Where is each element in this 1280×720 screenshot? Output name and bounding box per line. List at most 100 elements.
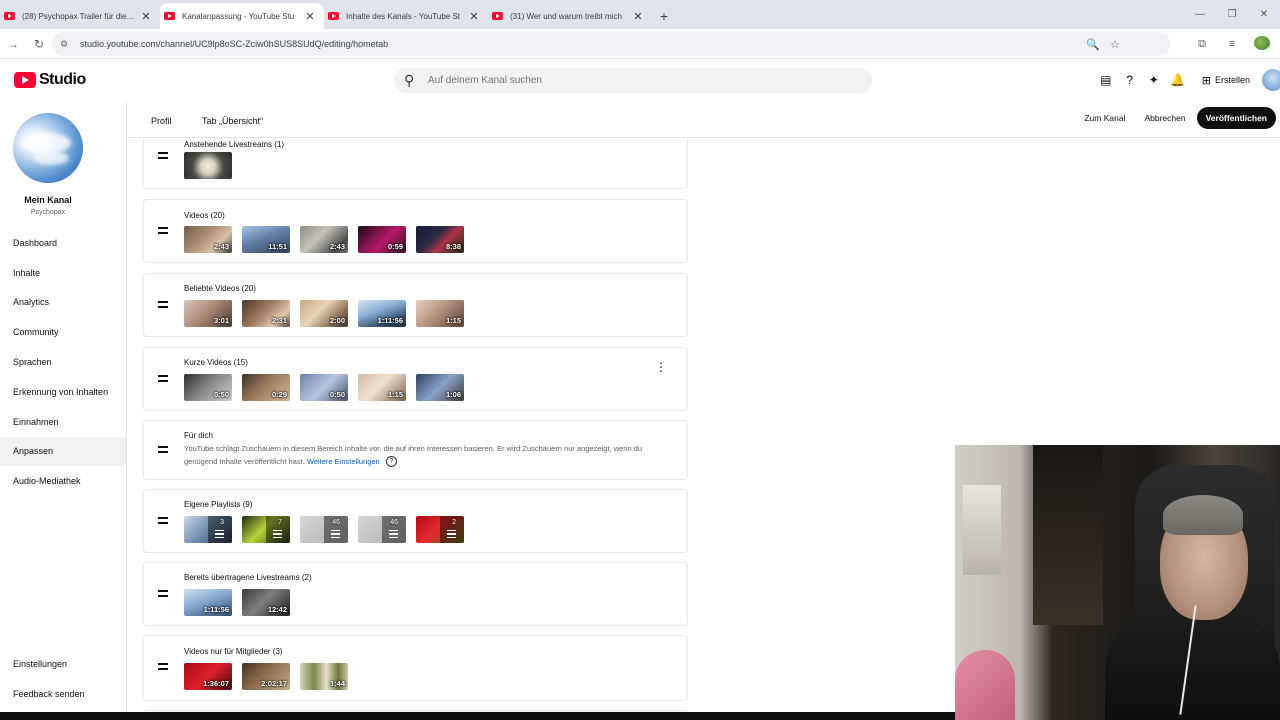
- zoom-icon[interactable]: 🔍: [1086, 38, 1100, 51]
- drag-handle-icon[interactable]: [158, 663, 169, 670]
- url-field[interactable]: ⚙ studio.youtube.com/channel/UC9lp8oSC-Z…: [52, 32, 1170, 56]
- cancel-button[interactable]: Abbrechen: [1136, 107, 1193, 129]
- browser-tab[interactable]: Inhalte des Kanals - YouTube St ✕: [324, 3, 488, 29]
- minimize-icon[interactable]: —: [1184, 0, 1216, 29]
- window-close-icon[interactable]: ✕: [1248, 0, 1280, 29]
- account-avatar[interactable]: [1262, 69, 1280, 91]
- video-thumbnail[interactable]: 11:51: [242, 226, 290, 253]
- sidebar-item-send-feedback[interactable]: Feedback senden: [0, 679, 126, 709]
- sidebar-item-content[interactable]: Inhalte: [0, 258, 126, 288]
- tab-close-icon[interactable]: ✕: [468, 10, 480, 23]
- help-circle-icon[interactable]: ?: [385, 456, 397, 468]
- extensions-icon[interactable]: ⧉: [1194, 38, 1210, 51]
- channel-avatar[interactable]: [13, 113, 83, 183]
- drag-handle-icon[interactable]: [158, 590, 169, 597]
- more-options-icon[interactable]: ⋮: [655, 360, 667, 374]
- profile-avatar[interactable]: [1254, 35, 1270, 53]
- video-thumbnail[interactable]: 2:02:17: [242, 663, 290, 690]
- studio-logo[interactable]: Studio: [14, 71, 86, 89]
- video-thumbnail[interactable]: 12:42: [242, 589, 290, 616]
- video-thumbnail[interactable]: 2:00: [300, 300, 348, 327]
- section-card[interactable]: Für dich YouTube schlägt Zuschauern in d…: [143, 420, 688, 480]
- duration-badge: 1:11:56: [203, 605, 229, 614]
- new-tab-icon[interactable]: +: [652, 3, 676, 29]
- playlist-thumbnail[interactable]: 3: [184, 516, 232, 543]
- feedback-icon[interactable]: ▤: [1094, 73, 1118, 87]
- sidebar-item-audio-library[interactable]: Audio-Mediathek: [0, 466, 126, 496]
- sidebar-item-content-detection[interactable]: Erkennung von Inhalten: [0, 377, 126, 407]
- tab-close-icon[interactable]: ✕: [632, 10, 644, 23]
- media-control-icon[interactable]: ≡: [1224, 38, 1240, 50]
- notifications-bell-icon[interactable]: 🔔: [1166, 73, 1190, 87]
- tab-close-icon[interactable]: ✕: [140, 10, 152, 23]
- sidebar-item-analytics[interactable]: Analytics: [0, 288, 126, 318]
- video-thumbnail[interactable]: 0:50: [184, 374, 232, 401]
- publish-button[interactable]: Veröffentlichen: [1196, 107, 1276, 129]
- section-card[interactable]: Bereits übertragene Livestreams (2) 1:11…: [143, 562, 688, 626]
- drag-handle-icon[interactable]: [158, 227, 169, 234]
- sidebar-item-earnings[interactable]: Einnahmen: [0, 407, 126, 437]
- sidebar-item-dashboard[interactable]: Dashboard: [0, 228, 126, 258]
- video-thumbnail[interactable]: 1:15: [358, 374, 406, 401]
- description-text: YouTube schlägt Zuschauern in diesem Ber…: [184, 444, 643, 466]
- restore-icon[interactable]: ❐: [1216, 0, 1248, 29]
- youtube-favicon-icon: [492, 12, 503, 20]
- sidebar-item-settings[interactable]: Einstellungen: [0, 649, 126, 679]
- sidebar: Mein Kanal Psychopax Dashboard Inhalte A…: [0, 101, 127, 720]
- video-thumbnail[interactable]: 1:11:56: [358, 300, 406, 327]
- playlist-thumbnail[interactable]: 46: [300, 516, 348, 543]
- drag-handle-icon[interactable]: [158, 301, 169, 308]
- browser-tab[interactable]: (28) Psychopax Trailer für die Ur ✕: [0, 3, 160, 29]
- duration-badge: 11:51: [268, 242, 287, 251]
- video-thumbnail[interactable]: 2:31: [242, 300, 290, 327]
- search-icon[interactable]: ⚲: [404, 72, 418, 89]
- video-thumbnail[interactable]: 1:36:07: [184, 663, 232, 690]
- playlist-thumbnail[interactable]: 2: [416, 516, 464, 543]
- video-thumbnail[interactable]: 3:01: [184, 300, 232, 327]
- thumbnail-row: 3:01 2:31 2:00 1:11:56 1:15: [184, 300, 464, 327]
- search-input[interactable]: [428, 75, 828, 86]
- tab-profile[interactable]: Profil: [151, 116, 172, 126]
- sidebar-item-languages[interactable]: Sprachen: [0, 347, 126, 377]
- video-thumbnail[interactable]: 2:43: [300, 226, 348, 253]
- drag-handle-icon[interactable]: [158, 152, 169, 159]
- video-thumbnail[interactable]: 1:44: [300, 663, 348, 690]
- channel-search[interactable]: ⚲: [394, 68, 872, 93]
- tab-close-icon[interactable]: ✕: [304, 10, 316, 23]
- site-settings-icon[interactable]: ⚙: [60, 39, 74, 50]
- sidebar-item-community[interactable]: Community: [0, 317, 126, 347]
- more-settings-link[interactable]: Weitere Einstellungen: [307, 457, 380, 466]
- tab-overview[interactable]: Tab „Übersicht“: [202, 116, 263, 126]
- playlist-icon: [389, 530, 398, 538]
- video-thumbnail[interactable]: [184, 152, 232, 179]
- video-thumbnail[interactable]: 0:29: [242, 374, 290, 401]
- create-button[interactable]: ⊞ Erstellen: [1194, 68, 1258, 92]
- forward-icon[interactable]: →: [0, 31, 26, 57]
- view-channel-button[interactable]: Zum Kanal: [1076, 107, 1133, 129]
- section-card[interactable]: Beliebte Videos (20) 3:01 2:31 2:00 1:11…: [143, 273, 688, 337]
- video-thumbnail[interactable]: 1:06: [416, 374, 464, 401]
- help-icon[interactable]: ?: [1118, 73, 1142, 87]
- video-thumbnail[interactable]: 2:43: [184, 226, 232, 253]
- sidebar-item-customize[interactable]: Anpassen: [0, 436, 126, 467]
- drag-handle-icon[interactable]: [158, 517, 169, 524]
- playlist-thumbnail[interactable]: 7: [242, 516, 290, 543]
- playlist-thumbnail[interactable]: 46: [358, 516, 406, 543]
- video-thumbnail[interactable]: 0:59: [358, 226, 406, 253]
- drag-handle-icon[interactable]: [158, 375, 169, 382]
- browser-tab[interactable]: (31) Wer und warum treibt mich ✕: [488, 3, 652, 29]
- section-card[interactable]: Anstehende Livestreams (1): [143, 138, 688, 189]
- reload-icon[interactable]: ↻: [26, 31, 52, 57]
- section-card[interactable]: Eigene Playlists (9) 3 7 46 46 2: [143, 489, 688, 553]
- section-card[interactable]: Videos nur für Mitglieder (3) 1:36:07 2:…: [143, 635, 688, 701]
- section-card[interactable]: Kurze Videos (15) ⋮ 0:50 0:29 0:50 1:15 …: [143, 347, 688, 411]
- bookmark-star-icon[interactable]: ☆: [1110, 38, 1120, 51]
- video-thumbnail[interactable]: 1:15: [416, 300, 464, 327]
- video-thumbnail[interactable]: 1:11:56: [184, 589, 232, 616]
- section-card[interactable]: Videos (20) 2:43 11:51 2:43 0:59 8:38: [143, 199, 688, 263]
- spark-icon[interactable]: ✦: [1142, 73, 1166, 87]
- browser-tab-active[interactable]: Kanalanpassung - YouTube Stu ✕: [160, 3, 324, 29]
- drag-handle-icon[interactable]: [158, 446, 169, 453]
- video-thumbnail[interactable]: 8:38: [416, 226, 464, 253]
- video-thumbnail[interactable]: 0:50: [300, 374, 348, 401]
